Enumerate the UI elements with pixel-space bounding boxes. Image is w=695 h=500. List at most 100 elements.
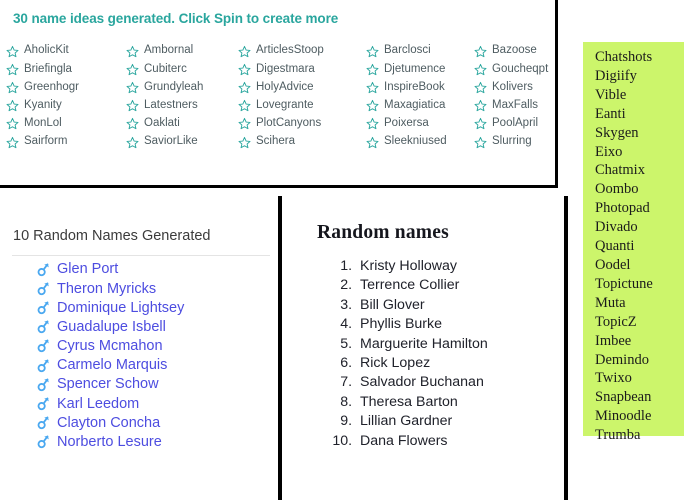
star-outline-icon[interactable] <box>366 63 379 76</box>
star-outline-icon[interactable] <box>366 99 379 112</box>
male-name-label: Karl Leedom <box>57 395 140 412</box>
star-outline-icon[interactable] <box>474 117 487 130</box>
name-idea-item[interactable]: InspireBook <box>366 78 474 96</box>
name-idea-item[interactable]: SaviorLike <box>126 133 238 151</box>
star-outline-icon[interactable] <box>474 63 487 76</box>
name-idea-label: Kolivers <box>492 80 533 93</box>
list-item: Vible <box>595 86 627 103</box>
list-item: Cyrus Mcmahon <box>36 337 184 356</box>
random-names-title: Random names <box>317 222 449 243</box>
star-outline-icon[interactable] <box>238 45 251 58</box>
name-idea-label: Lovegrante <box>256 98 314 111</box>
name-idea-label: HolyAdvice <box>256 80 314 93</box>
list-item: Carmelo Marquis <box>36 356 184 375</box>
name-idea-item[interactable]: AholicKit <box>6 42 126 60</box>
name-idea-item[interactable]: Poixersa <box>366 115 474 133</box>
list-item: Photopad <box>595 200 650 217</box>
list-item: Trumba <box>595 427 641 444</box>
star-outline-icon[interactable] <box>6 81 19 94</box>
name-idea-label: Kyanity <box>24 98 62 111</box>
name-idea-item[interactable]: Oaklati <box>126 115 238 133</box>
name-idea-item[interactable]: Latestners <box>126 97 238 115</box>
name-idea-label: Sleekniused <box>384 135 447 148</box>
male-name-label: Spencer Schow <box>57 376 159 393</box>
name-idea-item[interactable]: Goucheqpt <box>474 60 564 78</box>
star-outline-icon[interactable] <box>238 81 251 94</box>
male-symbol-icon <box>37 359 49 372</box>
list-item: Guadalupe Isbell <box>36 318 184 337</box>
name-idea-item[interactable]: Slurring <box>474 133 564 151</box>
name-idea-item[interactable]: Briefingla <box>6 60 126 78</box>
list-item: Eanti <box>595 105 626 122</box>
male-name-label: Glen Port <box>57 261 119 278</box>
name-idea-item[interactable]: Bazoose <box>474 42 564 60</box>
male-name-label: Norberto Lesure <box>57 434 162 451</box>
star-outline-icon[interactable] <box>126 63 139 76</box>
star-outline-icon[interactable] <box>238 136 251 149</box>
star-outline-icon[interactable] <box>6 63 19 76</box>
list-item: Chatshots <box>595 49 653 65</box>
male-symbol-icon <box>37 397 49 411</box>
name-ideas-grid: AholicKit Ambornal ArticlesStoop Barclosci B… <box>6 42 549 151</box>
star-outline-icon[interactable] <box>6 136 19 149</box>
star-outline-icon[interactable] <box>238 117 251 130</box>
star-outline-icon[interactable] <box>126 117 139 130</box>
name-idea-item[interactable]: Ambornal <box>126 42 238 60</box>
male-name-label: Dominique Lightsey <box>57 299 185 316</box>
green-name-list-panel: Chatshots Digiify Vible Eanti Skygen Eixo Chat… <box>583 42 684 443</box>
name-idea-label: Digestmara <box>256 62 315 75</box>
name-idea-label: Barclosci <box>384 44 431 57</box>
list-item: Minoodle <box>595 408 652 425</box>
list-item: Skygen <box>595 124 639 141</box>
star-outline-icon[interactable] <box>366 117 379 130</box>
star-outline-icon[interactable] <box>474 45 487 58</box>
name-idea-label: MaxFalls <box>492 98 539 111</box>
star-outline-icon[interactable] <box>238 63 251 76</box>
star-outline-icon[interactable] <box>126 99 139 112</box>
list-item: Digiify <box>595 67 637 84</box>
list-item: Phyllis Burke <box>356 315 488 334</box>
random-names-panel: Random names Kristy HollowayTerrence Col… <box>286 196 568 500</box>
star-outline-icon[interactable] <box>6 117 19 130</box>
name-idea-item[interactable]: HolyAdvice <box>238 78 366 96</box>
name-idea-item[interactable]: Grundyleah <box>126 78 238 96</box>
name-idea-item[interactable]: PoolApril <box>474 115 564 133</box>
list-item: Oombo <box>595 181 639 198</box>
name-idea-label: Grundyleah <box>144 80 204 93</box>
star-outline-icon[interactable] <box>126 45 139 58</box>
star-outline-icon[interactable] <box>366 81 379 94</box>
star-outline-icon[interactable] <box>474 99 487 112</box>
name-idea-label: Briefingla <box>24 62 72 75</box>
name-idea-item[interactable]: MonLol <box>6 115 126 133</box>
name-idea-item[interactable]: Scihera <box>238 133 366 151</box>
star-outline-icon[interactable] <box>6 45 19 58</box>
name-idea-item[interactable]: MaxFalls <box>474 97 564 115</box>
name-idea-item[interactable]: Barclosci <box>366 42 474 60</box>
divider <box>12 255 270 256</box>
star-outline-icon[interactable] <box>6 99 19 112</box>
star-outline-icon[interactable] <box>366 45 379 58</box>
name-idea-item[interactable]: Djetumence <box>366 60 474 78</box>
name-idea-label: Latestners <box>144 98 198 111</box>
name-idea-item[interactable]: Cubiterc <box>126 60 238 78</box>
name-idea-item[interactable]: Sleekniused <box>366 133 474 151</box>
name-idea-item[interactable]: ArticlesStoop <box>238 42 366 60</box>
name-idea-item[interactable]: PlotCanyons <box>238 115 366 133</box>
list-item: Theresa Barton <box>356 393 488 412</box>
name-idea-label: Greenhogr <box>24 80 79 93</box>
star-outline-icon[interactable] <box>238 99 251 112</box>
name-idea-item[interactable]: Digestmara <box>238 60 366 78</box>
list-item: Chatmix <box>595 162 645 179</box>
name-idea-item[interactable]: Greenhogr <box>6 78 126 96</box>
star-outline-icon[interactable] <box>126 81 139 94</box>
star-outline-icon[interactable] <box>474 136 487 149</box>
star-outline-icon[interactable] <box>474 81 487 94</box>
name-idea-item[interactable]: Kyanity <box>6 97 126 115</box>
star-outline-icon[interactable] <box>126 136 139 149</box>
name-idea-item[interactable]: Lovegrante <box>238 97 366 115</box>
name-idea-item[interactable]: Kolivers <box>474 78 564 96</box>
name-idea-item[interactable]: Maxagiatica <box>366 97 474 115</box>
name-idea-item[interactable]: Sairform <box>6 133 126 151</box>
star-outline-icon[interactable] <box>366 136 379 149</box>
list-item: Rick Lopez <box>356 354 488 373</box>
